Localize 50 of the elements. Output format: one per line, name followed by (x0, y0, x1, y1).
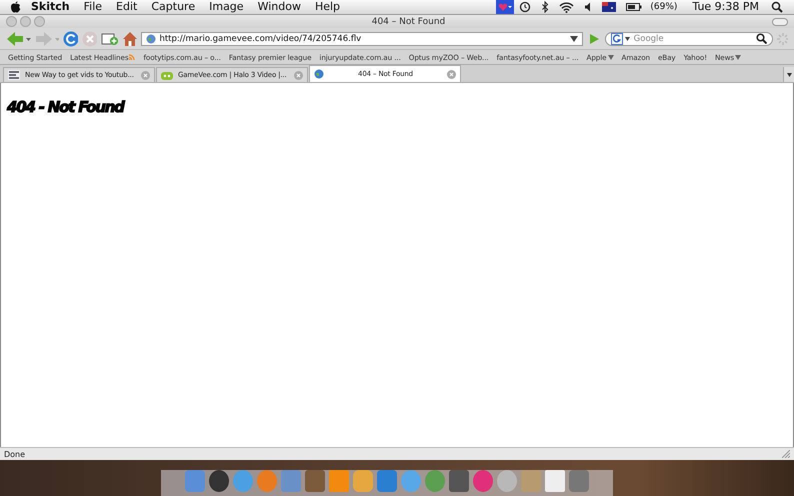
globe-icon (146, 34, 156, 44)
search-icon[interactable] (756, 33, 767, 44)
toolbar-toggle-button[interactable] (772, 18, 788, 26)
menu-item[interactable]: Capture (144, 0, 202, 14)
clock-text[interactable]: Tue 9:38 PM (685, 0, 766, 14)
back-button[interactable] (6, 30, 31, 46)
dropdown-arrow-icon[interactable] (624, 36, 630, 40)
flag-icon[interactable] (602, 2, 616, 12)
menu-item[interactable]: Image (202, 0, 251, 14)
menu-item[interactable]: File (76, 0, 110, 14)
battery-percentage: (69%) (649, 1, 678, 14)
apple-icon[interactable] (10, 1, 21, 13)
speaker-icon[interactable] (584, 2, 592, 12)
feed-icon (129, 54, 136, 60)
close-tab-icon[interactable] (294, 70, 303, 80)
close-tab-icon[interactable] (447, 70, 456, 78)
search-input[interactable]: Google (632, 34, 754, 44)
menu-item[interactable]: Help (308, 0, 348, 14)
menu-item[interactable]: Window (250, 0, 308, 14)
robot-face-icon (161, 70, 173, 80)
dropdown-arrow-icon[interactable] (570, 36, 578, 42)
close-button[interactable] (6, 16, 17, 27)
bluetooth-icon[interactable] (541, 1, 550, 13)
caret-icon (786, 72, 792, 76)
globe-icon (314, 69, 324, 79)
clock-icon[interactable] (519, 1, 532, 13)
menu-item[interactable]: Edit (109, 0, 144, 14)
address-field[interactable]: http://mario.gamevee.com/video/74/205746.flv (141, 32, 584, 46)
go-button[interactable] (587, 32, 601, 46)
home-button[interactable] (122, 30, 138, 46)
zoom-button[interactable] (34, 16, 45, 27)
battery-icon[interactable] (626, 2, 642, 12)
minimize-button[interactable] (20, 16, 31, 27)
dropdown-arrow-icon (735, 54, 742, 60)
site-icon (8, 70, 20, 80)
spinner-icon (776, 32, 788, 44)
tab-list-button[interactable] (783, 67, 794, 82)
menu-app-name[interactable]: Skitch (31, 0, 77, 14)
window-title: 404 – Not Found (370, 16, 446, 26)
google-g-icon (610, 32, 623, 44)
resize-grip-icon[interactable] (782, 450, 790, 458)
page-heading: 404 - Not Found (7, 98, 124, 116)
status-text: Done (4, 450, 26, 458)
dropdown-arrow-icon (608, 54, 614, 60)
search-field[interactable]: Google (604, 32, 773, 46)
close-tab-icon[interactable] (141, 70, 150, 80)
wifi-icon[interactable] (559, 2, 574, 12)
reload-button[interactable] (63, 30, 78, 46)
search-icon[interactable] (771, 1, 783, 13)
new-tab-button[interactable] (101, 30, 118, 46)
